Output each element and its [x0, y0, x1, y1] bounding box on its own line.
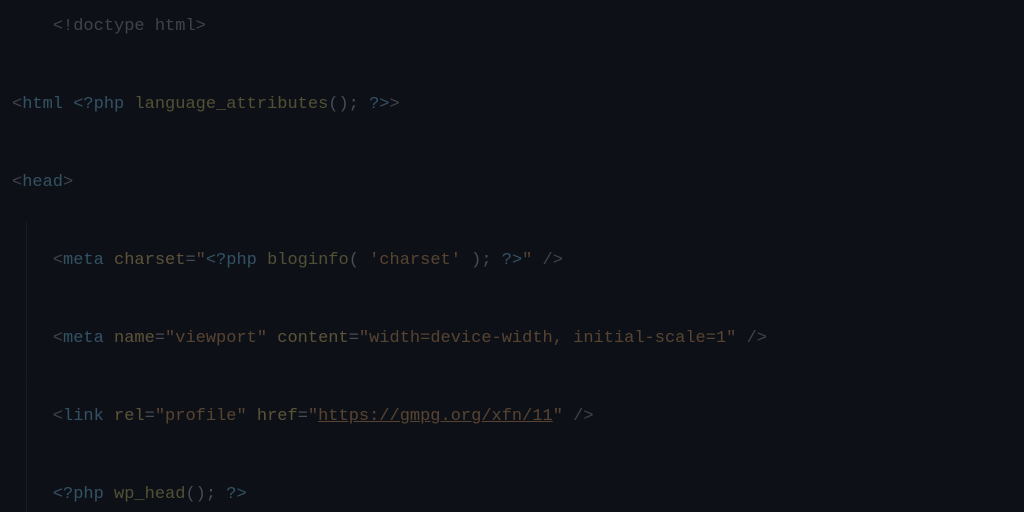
code-line: <!doctype html>	[0, 0, 1024, 66]
code-line: <link rel="profile" href="https://gmpg.o…	[0, 378, 1024, 456]
code-line: <?php wp_head(); ?>	[0, 456, 1024, 512]
code-editor[interactable]: <!doctype html> <html <?php language_att…	[0, 0, 1024, 500]
code-line: <meta charset="<?php bloginfo( 'charset'…	[0, 222, 1024, 300]
code-line: <meta name="viewport" content="width=dev…	[0, 300, 1024, 378]
link-url[interactable]: https://gmpg.org/xfn/11	[318, 407, 553, 426]
code-line: <html <?php language_attributes(); ?>>	[0, 66, 1024, 144]
code-line: <head>	[0, 144, 1024, 222]
